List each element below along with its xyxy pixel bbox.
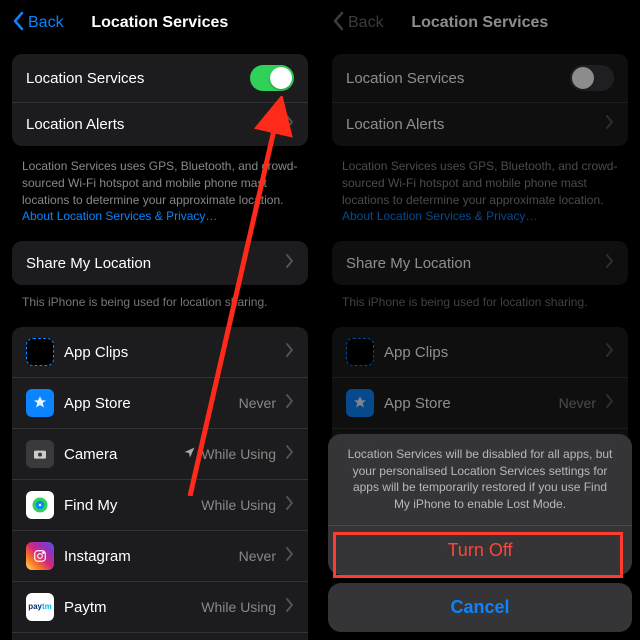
app-icon	[346, 389, 374, 417]
app-value: Never	[559, 395, 596, 411]
header: Back Location Services	[320, 0, 640, 50]
chevron-right-icon	[286, 547, 294, 566]
header: Back Location Services	[0, 0, 320, 50]
app-row[interactable]: App Clips	[12, 327, 308, 377]
row-label: Location Alerts	[26, 116, 276, 133]
app-name: Find My	[64, 497, 191, 514]
chevron-right-icon	[606, 343, 614, 362]
row-label: Location Alerts	[346, 116, 596, 133]
row-label: Share My Location	[26, 255, 276, 272]
app-name: App Clips	[64, 344, 266, 361]
app-row[interactable]: ₽PhonePeWhile Using	[12, 632, 308, 640]
row-location-services[interactable]: Location Services	[332, 54, 628, 102]
sheet-message: Location Services will be disabled for a…	[328, 434, 632, 526]
app-value: Never	[239, 395, 276, 411]
app-row[interactable]: Find My While Using	[12, 479, 308, 530]
app-row[interactable]: App Store Never	[12, 377, 308, 428]
privacy-link[interactable]: About Location Services & Privacy…	[22, 209, 217, 223]
app-name: App Clips	[384, 344, 586, 361]
row-label: Location Services	[346, 70, 560, 87]
group-share: Share My Location	[332, 241, 628, 285]
app-name: App Store	[384, 395, 549, 412]
location-arrow-icon	[183, 446, 196, 462]
app-icon	[26, 542, 54, 570]
chevron-right-icon	[286, 496, 294, 515]
app-icon	[26, 338, 54, 366]
chevron-right-icon	[286, 254, 294, 273]
toggle-location-services[interactable]	[570, 65, 614, 91]
cancel-button[interactable]: Cancel	[328, 583, 632, 632]
group-main: Location Services Location Alerts	[12, 54, 308, 146]
toggle-knob	[270, 67, 292, 89]
app-row[interactable]: paytm Paytm While Using	[12, 581, 308, 632]
page-title: Location Services	[332, 14, 628, 32]
description-text: Location Services uses GPS, Bluetooth, a…	[320, 156, 640, 237]
chevron-right-icon	[286, 598, 294, 617]
action-sheet: Location Services will be disabled for a…	[320, 426, 640, 640]
app-value: While Using	[201, 497, 276, 513]
row-location-alerts[interactable]: Location Alerts	[12, 102, 308, 146]
app-name: Paytm	[64, 599, 191, 616]
description-text: Location Services uses GPS, Bluetooth, a…	[0, 156, 320, 237]
chevron-right-icon	[286, 115, 294, 134]
app-icon: paytm	[26, 593, 54, 621]
group-share: Share My Location	[12, 241, 308, 285]
app-value: While Using	[183, 446, 276, 462]
row-share-location[interactable]: Share My Location	[12, 241, 308, 285]
share-footnote: This iPhone is being used for location s…	[320, 295, 640, 323]
app-row[interactable]: App Store Never	[332, 377, 628, 428]
group-main: Location Services Location Alerts	[332, 54, 628, 146]
chevron-right-icon	[606, 115, 614, 134]
app-value: Never	[239, 548, 276, 564]
chevron-right-icon	[286, 343, 294, 362]
app-row[interactable]: App Clips	[332, 327, 628, 377]
panel-right: Back Location Services Location Services…	[320, 0, 640, 640]
chevron-right-icon	[606, 394, 614, 413]
chevron-right-icon	[286, 394, 294, 413]
app-icon	[346, 338, 374, 366]
privacy-link[interactable]: About Location Services & Privacy…	[342, 209, 537, 223]
row-label: Location Services	[26, 70, 240, 87]
app-icon	[26, 491, 54, 519]
app-value: While Using	[201, 599, 276, 615]
share-footnote: This iPhone is being used for location s…	[0, 295, 320, 323]
app-name: App Store	[64, 395, 229, 412]
chevron-right-icon	[606, 254, 614, 273]
app-row[interactable]: Instagram Never	[12, 530, 308, 581]
row-location-alerts[interactable]: Location Alerts	[332, 102, 628, 146]
group-apps: App Clips App Store Never Camera While Using…	[12, 327, 308, 640]
app-icon	[26, 440, 54, 468]
toggle-location-services[interactable]	[250, 65, 294, 91]
app-row[interactable]: Camera While Using	[12, 428, 308, 479]
app-name: Instagram	[64, 548, 229, 565]
dimmed-content: Back Location Services Location Services…	[320, 0, 640, 479]
toggle-knob	[572, 67, 594, 89]
row-share-location[interactable]: Share My Location	[332, 241, 628, 285]
app-icon	[26, 389, 54, 417]
page-title: Location Services	[12, 14, 308, 32]
row-label: Share My Location	[346, 255, 596, 272]
panel-left: Back Location Services Location Services…	[0, 0, 320, 640]
chevron-right-icon	[286, 445, 294, 464]
turn-off-button[interactable]: Turn Off	[328, 526, 632, 575]
row-location-services[interactable]: Location Services	[12, 54, 308, 102]
sheet-body: Location Services will be disabled for a…	[328, 434, 632, 575]
app-name: Camera	[64, 446, 173, 463]
